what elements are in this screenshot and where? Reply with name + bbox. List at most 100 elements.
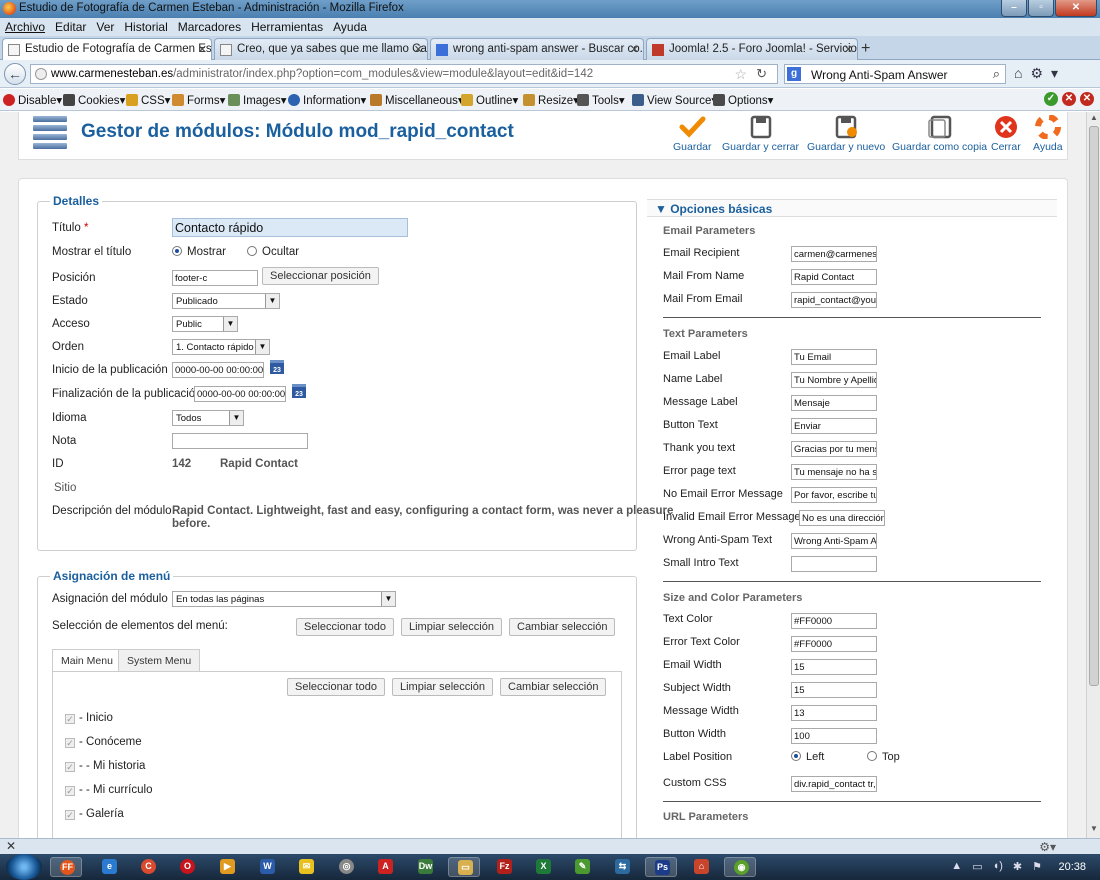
text-color-input[interactable]: #FF0000 bbox=[791, 613, 877, 629]
dev-images[interactable]: Images▾ bbox=[228, 93, 287, 107]
reload-icon[interactable]: ↻ bbox=[756, 66, 767, 82]
home-app-taskbar-icon[interactable]: ⌂ bbox=[685, 857, 717, 877]
message-label-input[interactable]: Mensaje bbox=[791, 395, 877, 411]
scroll-up-icon[interactable]: ▲ bbox=[1090, 113, 1098, 122]
menu-ayuda[interactable]: Ayuda bbox=[328, 18, 372, 36]
new-tab-icon[interactable]: + bbox=[861, 40, 870, 58]
dev-options[interactable]: Options▾ bbox=[713, 93, 773, 107]
toggle-selection-button[interactable]: Cambiar selección bbox=[500, 678, 607, 696]
label-position-top-radio[interactable]: Top bbox=[867, 751, 900, 763]
name-label-input[interactable]: Tu Nombre y Apellidos bbox=[791, 372, 877, 388]
taskbar-clock[interactable]: 20:38 bbox=[1058, 861, 1086, 873]
error-text-color-input[interactable]: #FF0000 bbox=[791, 636, 877, 652]
calendar-icon[interactable]: 23 bbox=[292, 384, 306, 398]
disc-taskbar-icon[interactable]: ◎ bbox=[330, 857, 362, 877]
bookmark-star-icon[interactable]: ☆ bbox=[734, 66, 747, 83]
show-title-radio-hide[interactable]: Ocultar bbox=[247, 246, 299, 258]
button-text-input[interactable]: Enviar bbox=[791, 418, 877, 434]
select-position-button[interactable]: Seleccionar posición bbox=[262, 267, 379, 285]
select-all-button[interactable]: Seleccionar todo bbox=[287, 678, 385, 696]
mail-taskbar-icon[interactable]: ✉ bbox=[290, 857, 322, 877]
dev-cookies[interactable]: Cookies▾ bbox=[63, 93, 125, 107]
browser-tab[interactable]: Joomla! 2.5 - Foro Joomla! - Servicios .… bbox=[646, 38, 858, 60]
chrome-taskbar-icon[interactable]: C bbox=[132, 857, 164, 877]
error-x-icon[interactable]: ✕ bbox=[1080, 92, 1094, 106]
tools-icon[interactable]: ⚙ bbox=[1030, 65, 1043, 82]
addon-gear-icon[interactable]: ⚙▾ bbox=[1039, 840, 1056, 854]
menu-item[interactable]: ✓ - - Mi currículo bbox=[65, 784, 152, 796]
dev-miscellaneous[interactable]: Miscellaneous▾ bbox=[370, 93, 464, 107]
menu-herramientas[interactable]: Herramientas bbox=[246, 18, 328, 36]
calendar-icon[interactable]: 23 bbox=[270, 360, 284, 374]
ie-taskbar-icon[interactable]: e bbox=[93, 857, 125, 877]
firefox-taskbar-icon[interactable]: FF bbox=[50, 857, 82, 877]
volume-icon[interactable]: ◖) bbox=[993, 860, 1003, 873]
search-input[interactable]: g Wrong Anti-Spam Answer ⌕ bbox=[784, 64, 1006, 84]
small-intro-text-input[interactable] bbox=[791, 556, 877, 572]
order-select[interactable]: 1. Contacto rápido ▼ bbox=[172, 339, 270, 355]
menu-ver[interactable]: Ver bbox=[91, 18, 119, 36]
network-icon[interactable]: ▭ bbox=[972, 860, 982, 873]
note-input[interactable] bbox=[172, 433, 308, 449]
error-page-text-input[interactable]: Tu mensaje no ha sido enviado bbox=[791, 464, 877, 480]
help-button[interactable]: Ayuda bbox=[1033, 114, 1063, 153]
explorer-taskbar-icon[interactable]: ▭ bbox=[448, 857, 480, 877]
save-new-button[interactable]: Guardar y nuevo bbox=[807, 115, 885, 153]
wrong-anti-spam-text-input[interactable]: Wrong Anti-Spam Answer bbox=[791, 533, 877, 549]
search-icon[interactable]: ⌕ bbox=[993, 66, 1000, 82]
button-width-input[interactable]: 100 bbox=[791, 728, 877, 744]
tab-close-icon[interactable]: ✕ bbox=[414, 43, 423, 56]
save-button[interactable]: Guardar bbox=[673, 115, 712, 153]
show-hidden-icons-icon[interactable]: ▲ bbox=[951, 860, 962, 873]
label-position-left-radio[interactable]: Left bbox=[791, 751, 824, 763]
select-all-button[interactable]: Seleccionar todo bbox=[296, 618, 394, 636]
home-icon[interactable]: ⌂ bbox=[1014, 65, 1022, 82]
scrollbar-thumb[interactable] bbox=[1089, 126, 1099, 686]
bluetooth-icon[interactable]: ✱ bbox=[1013, 860, 1022, 873]
acrobat-taskbar-icon[interactable]: A bbox=[369, 857, 401, 877]
email-recipient-input[interactable]: carmen@carmenesteban.es bbox=[791, 246, 877, 262]
dev-disable[interactable]: Disable▾ bbox=[3, 93, 62, 107]
state-select[interactable]: Publicado ▼ bbox=[172, 293, 280, 309]
maximize-button[interactable]: ▫ bbox=[1028, 0, 1054, 17]
basic-options-header[interactable]: ▼ Opciones básicas bbox=[647, 199, 1057, 217]
dev-tools[interactable]: Tools▾ bbox=[577, 93, 625, 107]
message-width-input[interactable]: 13 bbox=[791, 705, 877, 721]
browser-tab[interactable]: Creo, que ya sabes que me llamo Car... ✕ bbox=[214, 38, 428, 60]
invalid-email-error-input[interactable]: No es una dirección válida bbox=[799, 510, 885, 526]
tab-main-menu[interactable]: Main Menu bbox=[52, 649, 122, 672]
remote-taskbar-icon[interactable]: ⇆ bbox=[606, 857, 638, 877]
menu-dropdown-icon[interactable]: ▾ bbox=[1051, 65, 1058, 82]
dev-resize[interactable]: Resize▾ bbox=[523, 93, 579, 107]
excel-taskbar-icon[interactable]: X bbox=[527, 857, 559, 877]
minimize-button[interactable]: – bbox=[1001, 0, 1027, 17]
toggle-selection-button[interactable]: Cambiar selección bbox=[509, 618, 616, 636]
menu-archivo[interactable]: Archivo bbox=[0, 18, 50, 36]
green-app-taskbar-icon[interactable]: ◉ bbox=[724, 857, 756, 877]
dev-forms[interactable]: Forms▾ bbox=[172, 93, 225, 107]
media-player-taskbar-icon[interactable]: ▶ bbox=[211, 857, 243, 877]
tab-close-icon[interactable]: ✕ bbox=[198, 43, 207, 56]
clear-selection-button[interactable]: Limpiar selección bbox=[401, 618, 502, 636]
photoshop-taskbar-icon[interactable]: Ps bbox=[645, 857, 677, 877]
flag-icon[interactable]: ⚑ bbox=[1032, 860, 1042, 873]
clear-selection-button[interactable]: Limpiar selección bbox=[392, 678, 493, 696]
tab-close-icon[interactable]: ✕ bbox=[844, 43, 853, 56]
dev-outline[interactable]: Outline▾ bbox=[461, 93, 518, 107]
url-input[interactable]: www.carmenesteban.es/administrator/index… bbox=[30, 64, 778, 84]
dev-view-source[interactable]: View Source▾ bbox=[632, 93, 717, 107]
scroll-down-icon[interactable]: ▼ bbox=[1090, 824, 1098, 833]
browser-tab-active[interactable]: Estudio de Fotografía de Carmen Este... … bbox=[2, 38, 212, 60]
module-assignment-select[interactable]: En todas las páginas ▼ bbox=[172, 591, 396, 607]
menu-historial[interactable]: Historial bbox=[119, 18, 172, 36]
back-arrow-icon[interactable]: ← bbox=[4, 63, 26, 85]
close-window-button[interactable]: ✕ bbox=[1055, 0, 1097, 17]
mail-from-email-input[interactable]: rapid_contact@yoursite.com bbox=[791, 292, 877, 308]
email-label-input[interactable]: Tu Email bbox=[791, 349, 877, 365]
publish-up-input[interactable]: 0000-00-00 00:00:00 bbox=[172, 362, 264, 378]
menu-item[interactable]: ✓ - - Mi historia bbox=[65, 760, 145, 772]
mail-from-name-input[interactable]: Rapid Contact bbox=[791, 269, 877, 285]
dev-information[interactable]: Information▾ bbox=[288, 93, 366, 107]
menu-editar[interactable]: Editar bbox=[50, 18, 91, 36]
tab-close-icon[interactable]: ✕ bbox=[630, 43, 639, 56]
